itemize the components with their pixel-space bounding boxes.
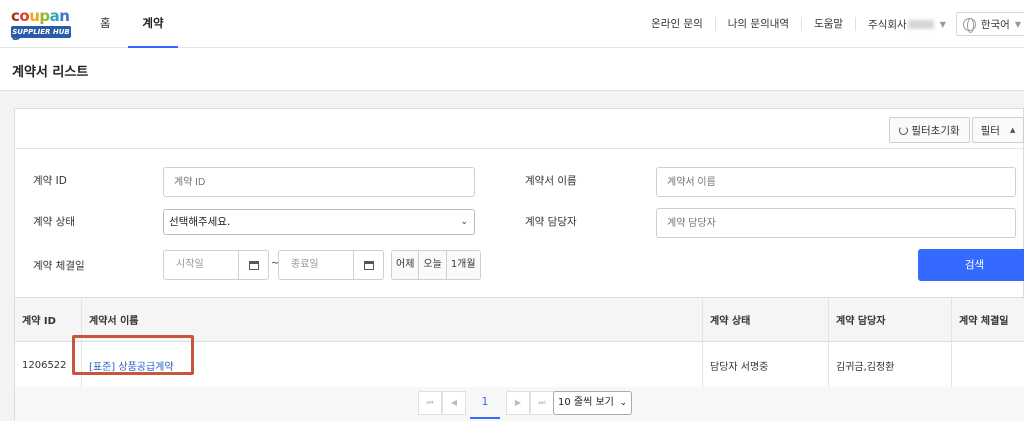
contract-name-input[interactable]: [656, 167, 1016, 197]
nav-home[interactable]: 홈: [100, 0, 111, 48]
logo-letter: u: [29, 7, 40, 25]
pagination: ⏮ ◀ 1 ▶ ⏭ 10 줄씩 보기 ⌄: [15, 387, 1024, 421]
contract-table: 계약 ID 계약서 이름 계약 상태 계약 담당자 계약 체결일 1206522…: [15, 297, 1024, 390]
last-page-icon[interactable]: ⏭: [530, 391, 554, 415]
logo-badge: SUPPLIER HUB: [11, 26, 71, 38]
logo-letter: p: [39, 7, 50, 25]
calendar-icon[interactable]: [238, 251, 268, 279]
chevron-down-icon: ▼: [1014, 19, 1021, 29]
refresh-icon: [899, 125, 909, 135]
start-date-field[interactable]: 시작일: [163, 250, 269, 280]
first-page-icon[interactable]: ⏮: [418, 391, 442, 415]
calendar-glyph: [363, 260, 374, 270]
highlight-box: [72, 335, 194, 375]
quick-one-month-button[interactable]: 1개월: [446, 251, 480, 279]
column-header-id[interactable]: 계약 ID: [15, 298, 81, 341]
cell-signed-date: [951, 342, 1024, 389]
redacted-text: [907, 19, 934, 29]
page-size-value: 10 줄씩 보기: [558, 397, 614, 408]
page-title-bar: 계약서 리스트: [0, 48, 1024, 91]
chevron-down-icon: ⌄: [619, 398, 627, 408]
next-page-icon[interactable]: ▶: [506, 391, 530, 415]
contract-status-label: 계약 상태: [33, 216, 75, 228]
logo-letter: o: [19, 7, 30, 25]
logo-letter: n: [59, 7, 70, 25]
signed-date-label: 계약 체결일: [33, 260, 85, 272]
quick-date-range-group: 어제 오늘 1개월: [391, 250, 481, 280]
logo-wordmark: coupang: [11, 7, 71, 40]
chevron-down-icon: ⌄: [460, 217, 468, 227]
language-select[interactable]: 한국어 ▼: [955, 12, 1024, 36]
start-date-placeholder: 시작일: [176, 259, 204, 270]
contract-name-label: 계약서 이름: [525, 175, 577, 187]
contract-status-value: 선택해주세요.: [169, 216, 231, 228]
nav-contract[interactable]: 계약: [128, 0, 178, 48]
top-links: 온라인 문의 나의 문의내역 도움말 주식회사 ▼ 한국어 ▼: [639, 0, 1024, 48]
contract-list-panel: 필터초기화 필터 ▲ 계약 ID 계약서 이름 계약 상태 선택해주세요. ⌄ …: [14, 108, 1024, 421]
quick-yesterday-button[interactable]: 어제: [392, 251, 420, 279]
contract-manager-input[interactable]: [656, 208, 1016, 238]
prev-page-icon[interactable]: ◀: [442, 391, 466, 415]
company-menu[interactable]: 주식회사 ▼: [856, 17, 956, 32]
globe-icon: [962, 17, 976, 33]
contract-status-select[interactable]: 선택해주세요. ⌄: [163, 209, 475, 235]
chevron-up-icon: ▲: [1009, 126, 1016, 134]
page-size-select[interactable]: 10 줄씩 보기 ⌄: [553, 391, 632, 415]
reset-filter-label: 필터초기화: [911, 124, 960, 137]
cell-contract-status: 담당자 서명중: [702, 342, 828, 389]
filter-toolbar: 필터초기화 필터 ▲: [15, 109, 1024, 149]
top-navigation: coupang SUPPLIER HUB 홈 계약 온라인 문의 나의 문의내역…: [0, 0, 1024, 48]
contract-manager-label: 계약 담당자: [525, 216, 577, 228]
reset-filter-button[interactable]: 필터초기화: [889, 117, 970, 143]
column-header-status[interactable]: 계약 상태: [702, 298, 828, 341]
column-header-signed-date[interactable]: 계약 체결일: [951, 298, 1024, 341]
my-inquiries-link[interactable]: 나의 문의내역: [716, 17, 803, 31]
end-date-field[interactable]: 종료일: [278, 250, 384, 280]
coupang-supplier-hub-logo[interactable]: coupang SUPPLIER HUB: [11, 7, 71, 40]
quick-today-button[interactable]: 오늘: [419, 251, 447, 279]
help-link[interactable]: 도움말: [802, 17, 857, 31]
column-header-manager[interactable]: 계약 담당자: [828, 298, 951, 341]
language-label: 한국어: [980, 18, 1010, 31]
chevron-down-icon: ▼: [939, 19, 946, 29]
end-date-placeholder: 종료일: [291, 259, 319, 270]
company-name: 주식회사: [868, 18, 907, 31]
filter-toggle-label: 필터: [980, 124, 1000, 137]
calendar-glyph: [248, 260, 259, 270]
cell-contract-manager: 김귀금,김정환: [828, 342, 951, 389]
search-button[interactable]: 검색: [918, 249, 1024, 281]
calendar-icon[interactable]: [353, 251, 383, 279]
contract-id-label: 계약 ID: [33, 175, 67, 187]
current-page[interactable]: 1: [470, 391, 500, 419]
online-inquiry-link[interactable]: 온라인 문의: [639, 17, 716, 31]
page-title: 계약서 리스트: [12, 65, 89, 80]
logo-letter: a: [49, 7, 60, 25]
contract-id-input[interactable]: [163, 167, 475, 197]
filter-toggle-button[interactable]: 필터 ▲: [972, 117, 1024, 143]
logo-letter: c: [11, 7, 20, 25]
